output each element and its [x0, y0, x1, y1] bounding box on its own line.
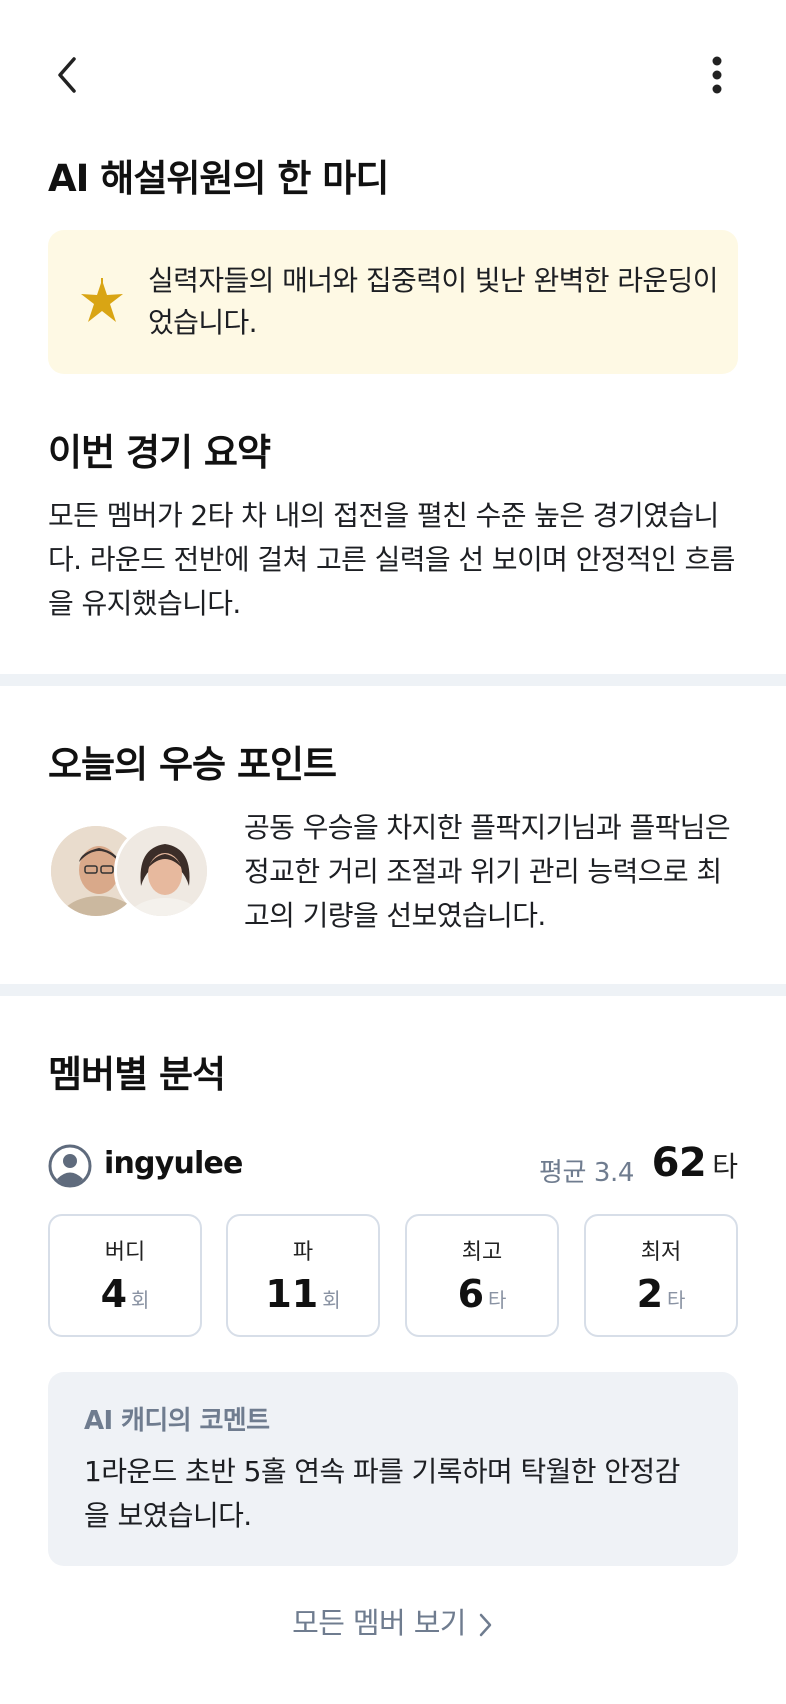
stat-unit: 회 [131, 1288, 150, 1312]
section-divider [0, 674, 786, 686]
ai-commentator-title: AI 해설위원의 한 마디 [48, 157, 389, 200]
stat-card-par: 파 11 회 [226, 1214, 380, 1337]
winning-point-text: 공동 우승을 차지한 플팍지기님과 플팍님은 정교한 거리 조절과 위기 관리 … [244, 811, 731, 932]
member-average: 평균 3.4 [538, 1158, 634, 1188]
section-divider [0, 984, 786, 996]
sparkle-star-icon [81, 278, 123, 322]
stat-label: 최고 [461, 1240, 503, 1265]
stat-label: 버디 [104, 1240, 146, 1265]
avatar [114, 823, 210, 919]
top-bar [0, 0, 786, 150]
more-options-button[interactable] [692, 50, 742, 100]
stat-value: 11 [265, 1272, 319, 1316]
member-analysis-title: 멤버별 분석 [48, 1053, 226, 1096]
member-total-score: 62 타 [652, 1140, 738, 1186]
ai-caddie-text: 1라운드 초반 5홀 연속 파를 기록하며 탁월한 안정감을 보였습니다. [84, 1455, 680, 1532]
stat-unit: 회 [322, 1288, 341, 1312]
member-total-unit: 타 [712, 1150, 738, 1183]
stat-value: 4 [100, 1272, 128, 1316]
stat-card-worst: 최저 2타 [584, 1214, 738, 1337]
user-circle-icon [48, 1144, 92, 1188]
stat-card-birdie: 버디 4회 [48, 1214, 202, 1337]
member-total-value: 62 [651, 1140, 707, 1186]
stat-value: 6 [457, 1272, 485, 1316]
member-summary-row: ingyulee 평균 3.4 62 타 [48, 1140, 738, 1192]
stat-unit: 타 [667, 1288, 686, 1312]
winning-point-title: 오늘의 우승 포인트 [48, 743, 337, 786]
summary-text: 모든 멤버가 2타 차 내의 접전을 펼친 수준 높은 경기였습니다. 라운드 … [48, 499, 735, 620]
see-all-label: 모든 멤버 보기 [292, 1606, 466, 1640]
chevron-left-icon [58, 57, 76, 93]
stat-label: 파 [292, 1240, 314, 1265]
stat-card-best: 최고 6타 [405, 1214, 559, 1337]
stat-value: 2 [636, 1272, 664, 1316]
ai-commentator-text: 실력자들의 매너와 집중력이 빛난 완벽한 라운딩이었습니다. [148, 264, 718, 339]
member-name: ingyulee [104, 1146, 243, 1181]
ai-caddie-comment-card: AI 캐디의 코멘트 1라운드 초반 5홀 연속 파를 기록하며 탁월한 안정감… [48, 1372, 738, 1566]
ai-caddie-title: AI 캐디의 코멘트 [84, 1406, 270, 1436]
stat-label: 최저 [640, 1240, 682, 1265]
summary-title: 이번 경기 요약 [48, 431, 271, 474]
more-vertical-icon [712, 56, 722, 94]
stat-unit: 타 [488, 1288, 507, 1312]
see-all-members-button[interactable]: 모든 멤버 보기 [0, 1600, 786, 1642]
chevron-right-icon [479, 1613, 492, 1637]
winner-avatars [48, 823, 213, 919]
back-button[interactable] [42, 50, 92, 100]
ai-commentator-card: 실력자들의 매너와 집중력이 빛난 완벽한 라운딩이었습니다. [48, 230, 738, 374]
